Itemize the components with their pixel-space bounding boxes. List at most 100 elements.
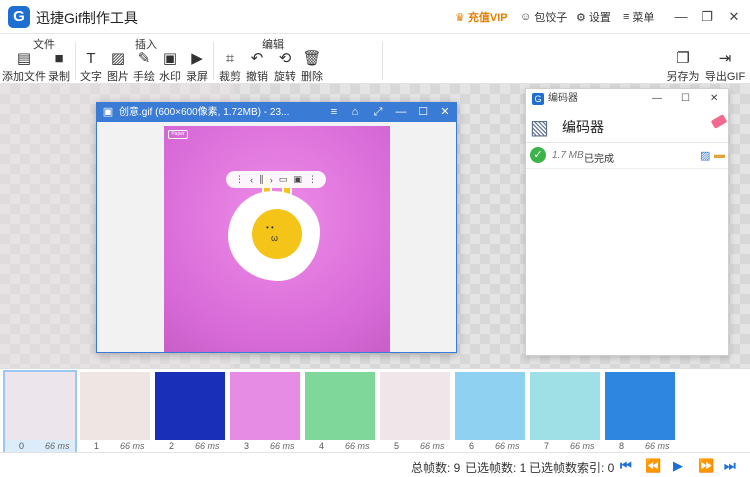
gif-window-titlebar[interactable]: ▣ 创意.gif (600×600像素, 1.72MB) - 23... ≡ ⌂… <box>97 103 456 122</box>
app-title: 迅捷Gif制作工具 <box>36 10 138 26</box>
gif-preview-window[interactable]: ▣ 创意.gif (600×600像素, 1.72MB) - 23... ≡ ⌂… <box>96 102 457 353</box>
minimize-icon[interactable]: — <box>394 103 408 122</box>
app-small-icon: ▣ <box>102 106 114 118</box>
frame-thumbnail[interactable]: 1 66 ms <box>80 372 150 452</box>
export-icon: ⇥ <box>718 50 732 67</box>
eraser-icon[interactable] <box>710 114 728 129</box>
prev-icon[interactable]: ‹ <box>250 175 253 185</box>
frame-image <box>530 372 600 440</box>
mouth-icon: ω <box>271 233 279 243</box>
frame-thumbnail[interactable]: 6 66 ms <box>455 372 525 452</box>
close-icon[interactable]: ✕ <box>438 103 452 122</box>
frame-thumbnail[interactable]: 2 66 ms <box>155 372 225 452</box>
vip-button[interactable]: ♛ 充值VIP <box>455 9 508 25</box>
app-logo-icon: G <box>8 6 30 28</box>
add-file-button[interactable]: ▤ 添加文件 <box>2 50 46 84</box>
settings-button[interactable]: ⚙ 设置 <box>576 9 611 25</box>
toolbar-ribbon: 文件 插入 编辑 ▤ 添加文件 ■ 录制 T 文字 ▨ 图片 ✎ 手绘 ▣ 水印 ▶ 录屏 ⌗… <box>0 34 750 113</box>
frame-index: 5 <box>394 441 400 451</box>
settings-label: 设置 <box>588 12 611 24</box>
save-all-icon[interactable]: ▣ <box>293 174 302 185</box>
more-icon[interactable]: ⋮ <box>308 174 317 185</box>
close-icon[interactable]: ✕ <box>710 89 718 109</box>
frame-image <box>455 372 525 440</box>
file-type-icon[interactable]: ▨ <box>700 149 710 162</box>
maximize-icon[interactable]: ☐ <box>681 89 690 109</box>
first-frame-button[interactable]: ⏮ <box>620 458 632 474</box>
user-icon: ☺ <box>520 11 532 23</box>
frame-thumbnail[interactable]: 0 66 ms <box>3 370 77 454</box>
encoder-job-row[interactable]: ✓ 1.7 MB 已完成 ▨ ▬ <box>526 143 728 169</box>
title-bar: G 迅捷Gif制作工具 ♛ 充值VIP ☺ 包饺子 ⚙ 设置 ≡ 菜单 — ❐ … <box>0 0 750 34</box>
frame-delay: 66 ms <box>45 441 70 451</box>
frame-image <box>80 372 150 440</box>
job-size: 1.7 MB <box>552 150 584 161</box>
frame-thumbnail[interactable]: 3 66 ms <box>230 372 300 452</box>
gear-icon: ⚙ <box>576 11 586 24</box>
pause-icon[interactable]: ∥ <box>259 174 264 185</box>
export-gif-button[interactable]: ⇥ 导出GIF <box>705 50 745 84</box>
film-icon: ▶ <box>191 50 203 67</box>
frame-image <box>605 372 675 440</box>
frame-image <box>5 372 75 440</box>
frame-index: 7 <box>544 441 550 451</box>
hamburger-icon: ≡ <box>623 11 630 23</box>
frame-thumbnail[interactable]: 8 66 ms <box>605 372 675 452</box>
folder-icon[interactable]: ▬ <box>714 149 725 161</box>
close-button[interactable]: ✕ <box>724 7 744 27</box>
save-as-button[interactable]: ❐ 另存为 <box>666 50 700 84</box>
frame-thumbnail[interactable]: 5 66 ms <box>380 372 450 452</box>
trash-icon: 🗑 <box>302 50 322 67</box>
previous-frame-button[interactable]: ⏪ <box>645 458 661 474</box>
camera-icon: ■ <box>54 50 64 67</box>
playback-controls: ⋮ ‹ ∥ › ▭ ▣ ⋮ <box>226 171 326 188</box>
account-button[interactable]: ☺ 包饺子 <box>520 9 567 25</box>
frame-image <box>305 372 375 440</box>
encoder-title: 编码器 <box>548 93 578 104</box>
minimize-icon[interactable]: — <box>652 89 662 109</box>
next-frame-button[interactable]: ⏩ <box>698 458 714 474</box>
maximize-button[interactable]: ❐ <box>697 7 717 27</box>
job-status: 已完成 <box>584 154 614 165</box>
play-button[interactable]: ▶ <box>673 458 683 474</box>
menu-label: 菜单 <box>632 12 655 24</box>
face-icon: • • <box>266 223 274 232</box>
egg-yolk: • • ω <box>252 209 302 259</box>
next-icon[interactable]: › <box>270 175 273 185</box>
list-icon[interactable]: ≡ <box>327 103 341 122</box>
frame-image <box>380 372 450 440</box>
save-frame-icon[interactable]: ▭ <box>279 174 288 185</box>
selected-frame-index: 已选帧数索引: 0 <box>529 461 615 475</box>
delete-button[interactable]: 🗑 删除 <box>296 50 328 84</box>
frame-index: 1 <box>94 441 100 451</box>
frame-index: 0 <box>19 441 25 451</box>
frame-delay: 66 ms <box>570 441 595 451</box>
fit-icon[interactable]: ⤢ <box>371 103 385 122</box>
crown-icon: ♛ <box>455 11 465 24</box>
gif-window-title: 创意.gif (600×600像素, 1.72MB) - 23... <box>119 107 290 118</box>
frame-index: 6 <box>469 441 475 451</box>
frame-index: 2 <box>169 441 175 451</box>
frame-delay: 66 ms <box>645 441 670 451</box>
divider <box>382 42 383 80</box>
frame-image <box>230 372 300 440</box>
total-frames: 总帧数: 9 <box>411 461 461 475</box>
last-frame-button[interactable]: ⏭ <box>724 458 736 474</box>
frame-delay: 66 ms <box>345 441 370 451</box>
frame-thumbnail[interactable]: 7 66 ms <box>530 372 600 452</box>
minimize-button[interactable]: — <box>671 7 691 27</box>
frame-index: 4 <box>319 441 325 451</box>
shirt-icon[interactable]: ⌂ <box>348 103 362 122</box>
menu-button[interactable]: ≡ 菜单 <box>623 9 654 25</box>
encoder-window[interactable]: G 编码器 — ☐ ✕ ▧ 编码器 ✓ 1.7 MB 已完成 ▨ ▬ <box>525 88 729 356</box>
frame-delay: 66 ms <box>120 441 145 451</box>
maximize-icon[interactable]: ☐ <box>416 103 430 122</box>
frame-strip: 0 66 ms 1 66 ms 2 66 ms 3 66 ms 4 66 ms 5 66 ms 6 66 … <box>0 368 750 454</box>
encoder-header: ▧ 编码器 <box>526 109 728 143</box>
image-tag: Paper <box>168 130 188 139</box>
frame-delay: 66 ms <box>495 441 520 451</box>
drag-handle-icon[interactable]: ⋮ <box>235 174 244 185</box>
encoder-titlebar[interactable]: G 编码器 — ☐ ✕ <box>526 89 728 109</box>
frame-index: 3 <box>244 441 250 451</box>
frame-thumbnail[interactable]: 4 66 ms <box>305 372 375 452</box>
